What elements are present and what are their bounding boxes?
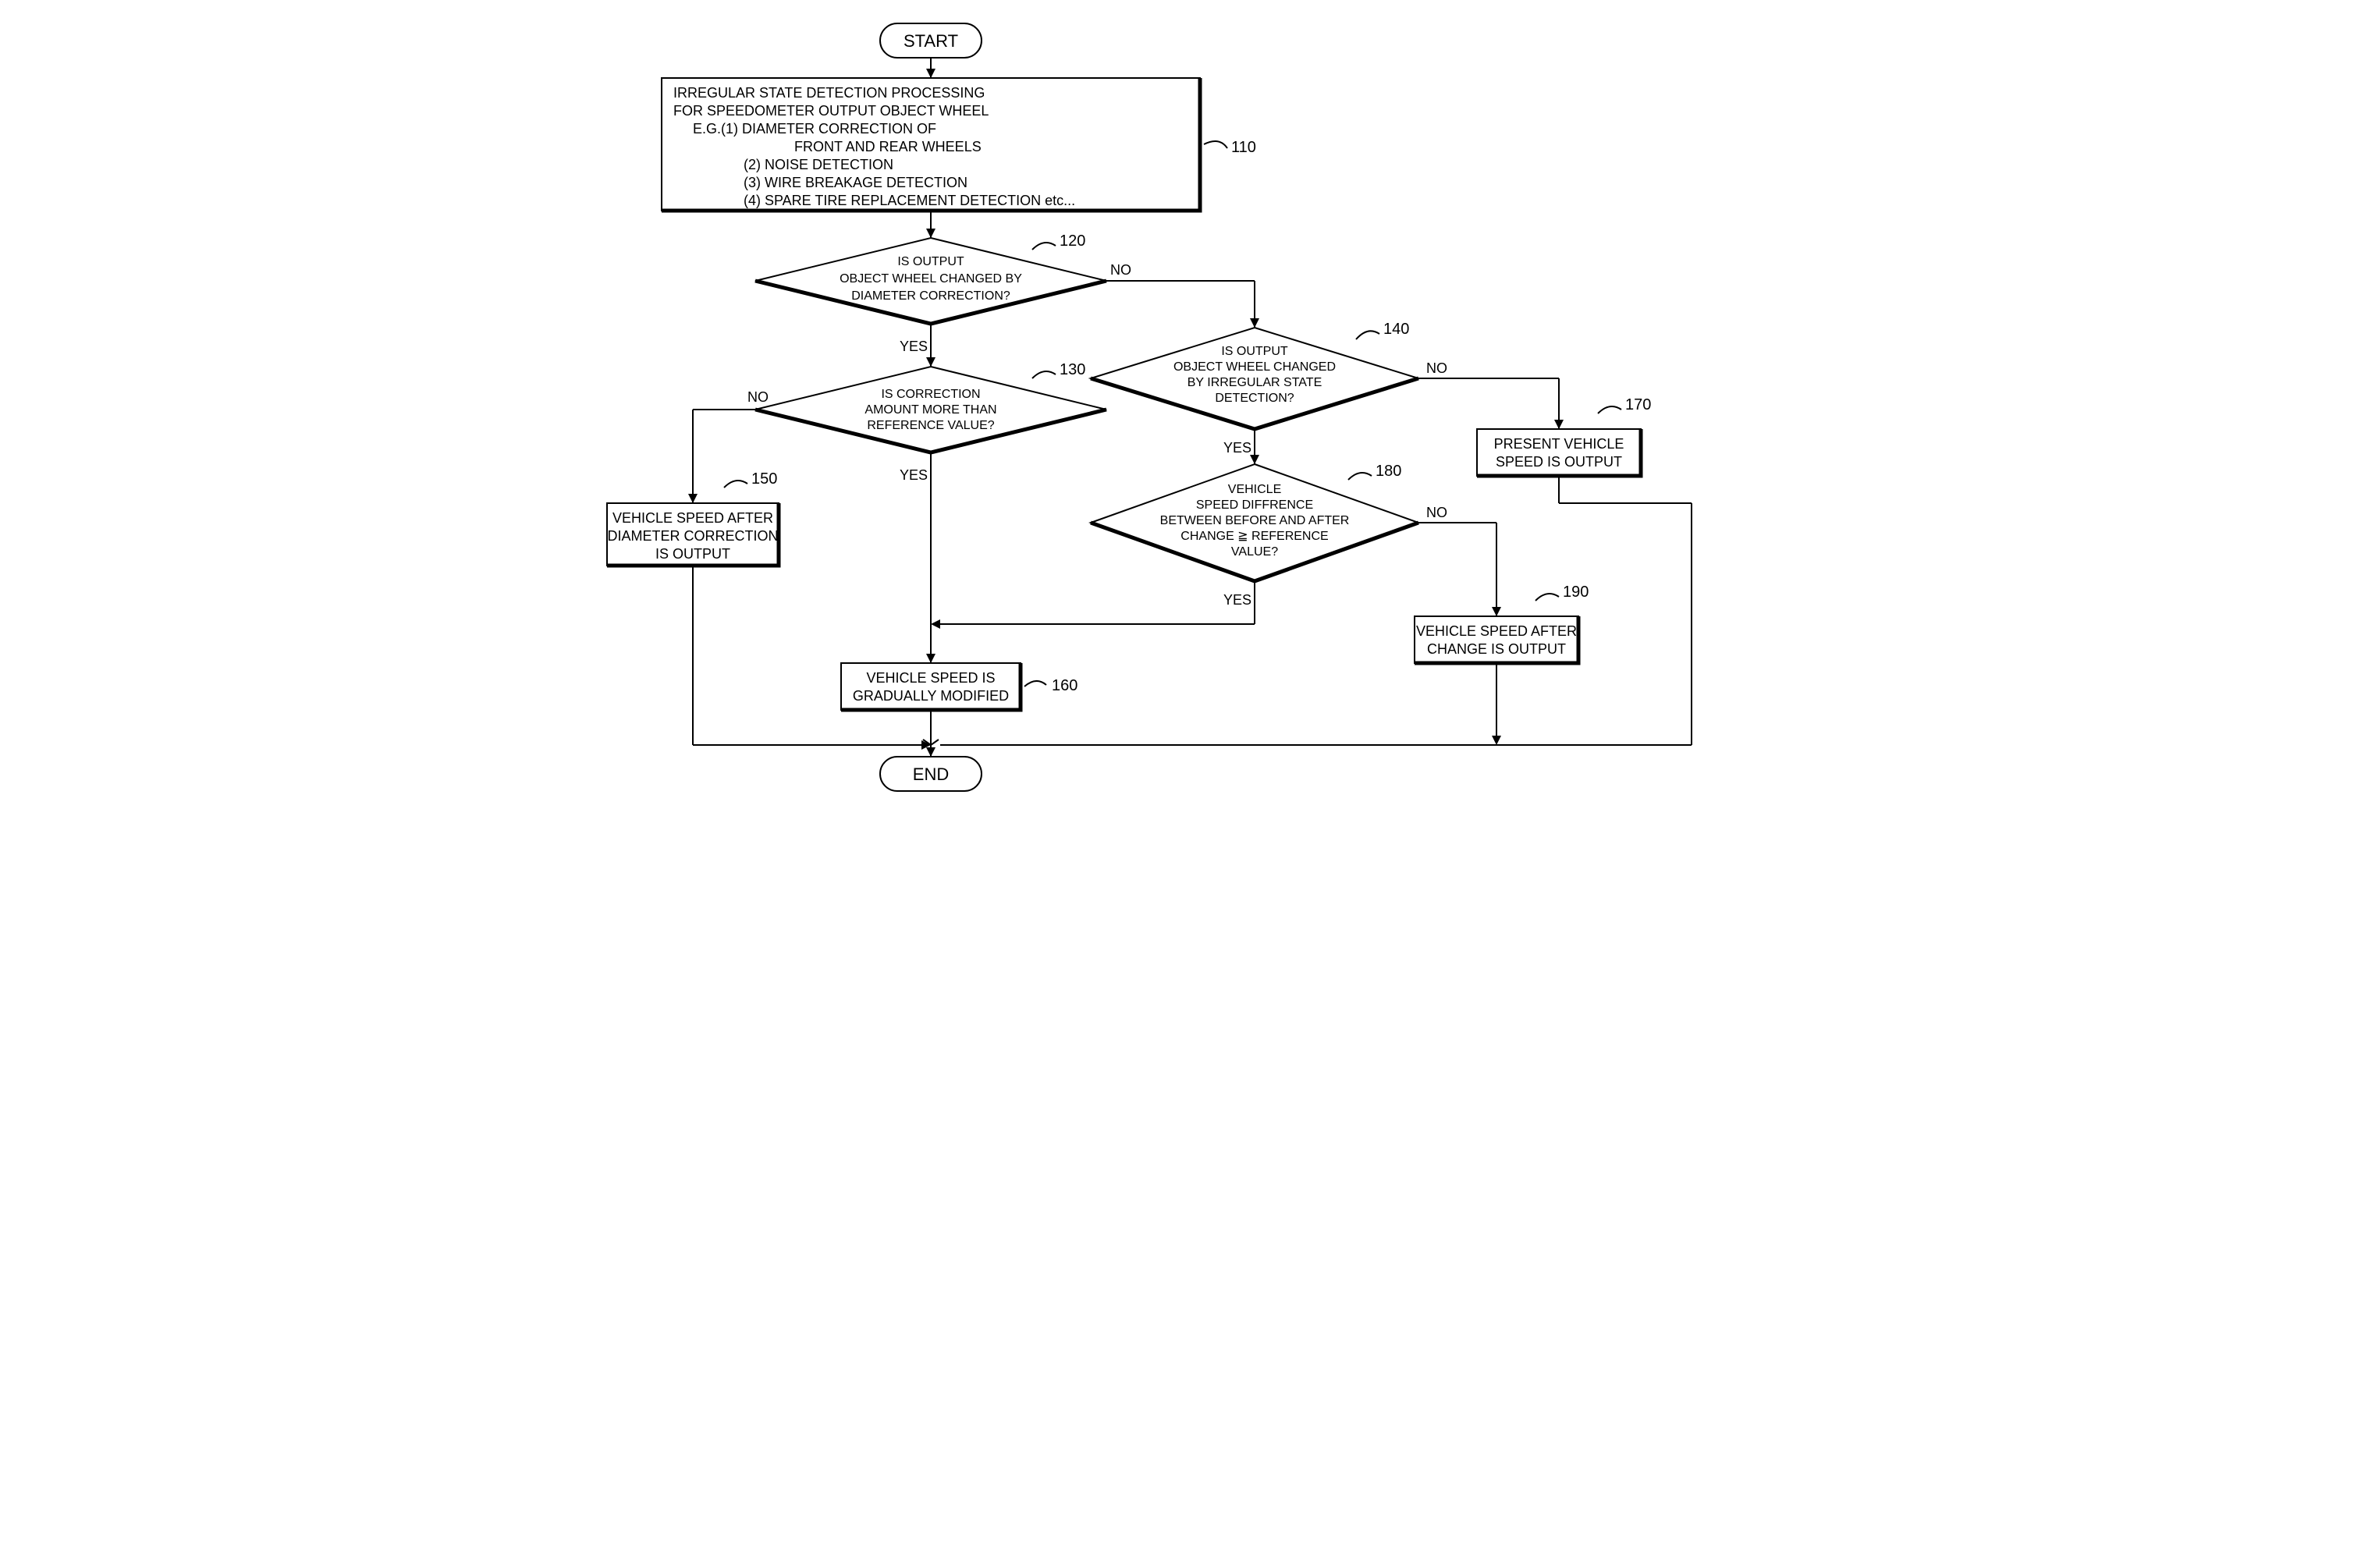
process-170-line-0: PRESENT VEHICLE — [1493, 436, 1624, 452]
process-110-line-3: FRONT AND REAR WHEELS — [794, 139, 982, 154]
decision-140-line-1: OBJECT WHEEL CHANGED — [1173, 360, 1335, 374]
process-150-line-1: DIAMETER CORRECTION — [607, 528, 778, 544]
decision-130-yes: YES — [900, 467, 928, 483]
process-190-line-1: CHANGE IS OUTPUT — [1426, 641, 1565, 657]
process-150-line-0: VEHICLE SPEED AFTER — [612, 510, 772, 526]
process-110-line-1: FOR SPEEDOMETER OUTPUT OBJECT WHEEL — [673, 103, 989, 119]
decision-180: VEHICLE SPEED DIFFRENCE BETWEEN BEFORE A… — [1091, 464, 1418, 581]
process-110-line-6: (4) SPARE TIRE REPLACEMENT DETECTION etc… — [744, 193, 1075, 208]
ref-160: 160 — [1052, 677, 1077, 694]
decision-180-no: NO — [1426, 505, 1447, 520]
process-160-line-1: GRADUALLY MODIFIED — [852, 688, 1008, 704]
decision-140-line-0: IS OUTPUT — [1221, 345, 1288, 358]
ref-120: 120 — [1060, 232, 1085, 250]
decision-130-line-0: IS CORRECTION — [881, 388, 980, 401]
ref-190: 190 — [1563, 584, 1589, 601]
decision-180-line-4: VALUE? — [1230, 545, 1277, 559]
decision-180-line-0: VEHICLE — [1227, 483, 1280, 496]
ref-150: 150 — [751, 470, 777, 488]
decision-180-line-1: SPEED DIFFRENCE — [1195, 498, 1312, 512]
decision-130: IS CORRECTION AMOUNT MORE THAN REFERENCE… — [755, 367, 1106, 452]
decision-140-line-2: BY IRREGULAR STATE — [1187, 376, 1321, 389]
process-110: IRREGULAR STATE DETECTION PROCESSING FOR… — [662, 78, 1200, 211]
end-label: END — [912, 764, 948, 784]
process-150: VEHICLE SPEED AFTER DIAMETER CORRECTION … — [607, 503, 779, 566]
process-170: PRESENT VEHICLE SPEED IS OUTPUT — [1477, 429, 1641, 476]
process-110-line-4: (2) NOISE DETECTION — [744, 157, 893, 172]
terminator-end: END — [880, 757, 982, 791]
decision-130-line-1: AMOUNT MORE THAN — [864, 403, 996, 417]
decision-140: IS OUTPUT OBJECT WHEEL CHANGED BY IRREGU… — [1091, 328, 1418, 429]
decision-130-no: NO — [747, 389, 769, 405]
decision-180-yes: YES — [1223, 592, 1251, 608]
ref-140: 140 — [1383, 321, 1409, 338]
ref-110: 110 — [1231, 139, 1256, 156]
decision-140-no: NO — [1426, 360, 1447, 376]
terminator-start: START — [880, 23, 982, 58]
process-190: VEHICLE SPEED AFTER CHANGE IS OUTPUT — [1415, 616, 1578, 663]
decision-120-line-0: IS OUTPUT — [897, 255, 964, 268]
decision-180-line-2: BETWEEN BEFORE AND AFTER — [1159, 514, 1349, 527]
decision-120-line-1: OBJECT WHEEL CHANGED BY — [840, 272, 1022, 286]
decision-140-yes: YES — [1223, 440, 1251, 456]
start-label: START — [903, 31, 957, 51]
process-110-line-2: E.G.(1) DIAMETER CORRECTION OF — [693, 121, 936, 137]
decision-120-line-2: DIAMETER CORRECTION? — [851, 289, 1010, 303]
process-150-line-2: IS OUTPUT — [655, 546, 730, 562]
process-110-line-5: (3) WIRE BREAKAGE DETECTION — [744, 175, 967, 190]
decision-180-line-3: CHANGE ≧ REFERENCE — [1180, 530, 1328, 543]
ref-170: 170 — [1625, 396, 1651, 413]
ref-130: 130 — [1060, 361, 1085, 378]
process-170-line-1: SPEED IS OUTPUT — [1495, 454, 1621, 470]
ref-180: 180 — [1376, 463, 1401, 480]
process-190-line-0: VEHICLE SPEED AFTER — [1415, 623, 1576, 639]
decision-120-yes: YES — [900, 339, 928, 354]
process-110-line-0: IRREGULAR STATE DETECTION PROCESSING — [673, 85, 985, 101]
decision-120-no: NO — [1110, 262, 1131, 278]
flowchart: START IRREGULAR STATE DETECTION PROCESSI… — [591, 16, 1777, 800]
process-160: VEHICLE SPEED IS GRADUALLY MODIFIED — [841, 663, 1021, 710]
process-160-line-0: VEHICLE SPEED IS — [866, 670, 995, 686]
decision-140-line-3: DETECTION? — [1215, 392, 1294, 405]
decision-130-line-2: REFERENCE VALUE? — [867, 419, 994, 432]
decision-120: IS OUTPUT OBJECT WHEEL CHANGED BY DIAMET… — [755, 238, 1106, 324]
